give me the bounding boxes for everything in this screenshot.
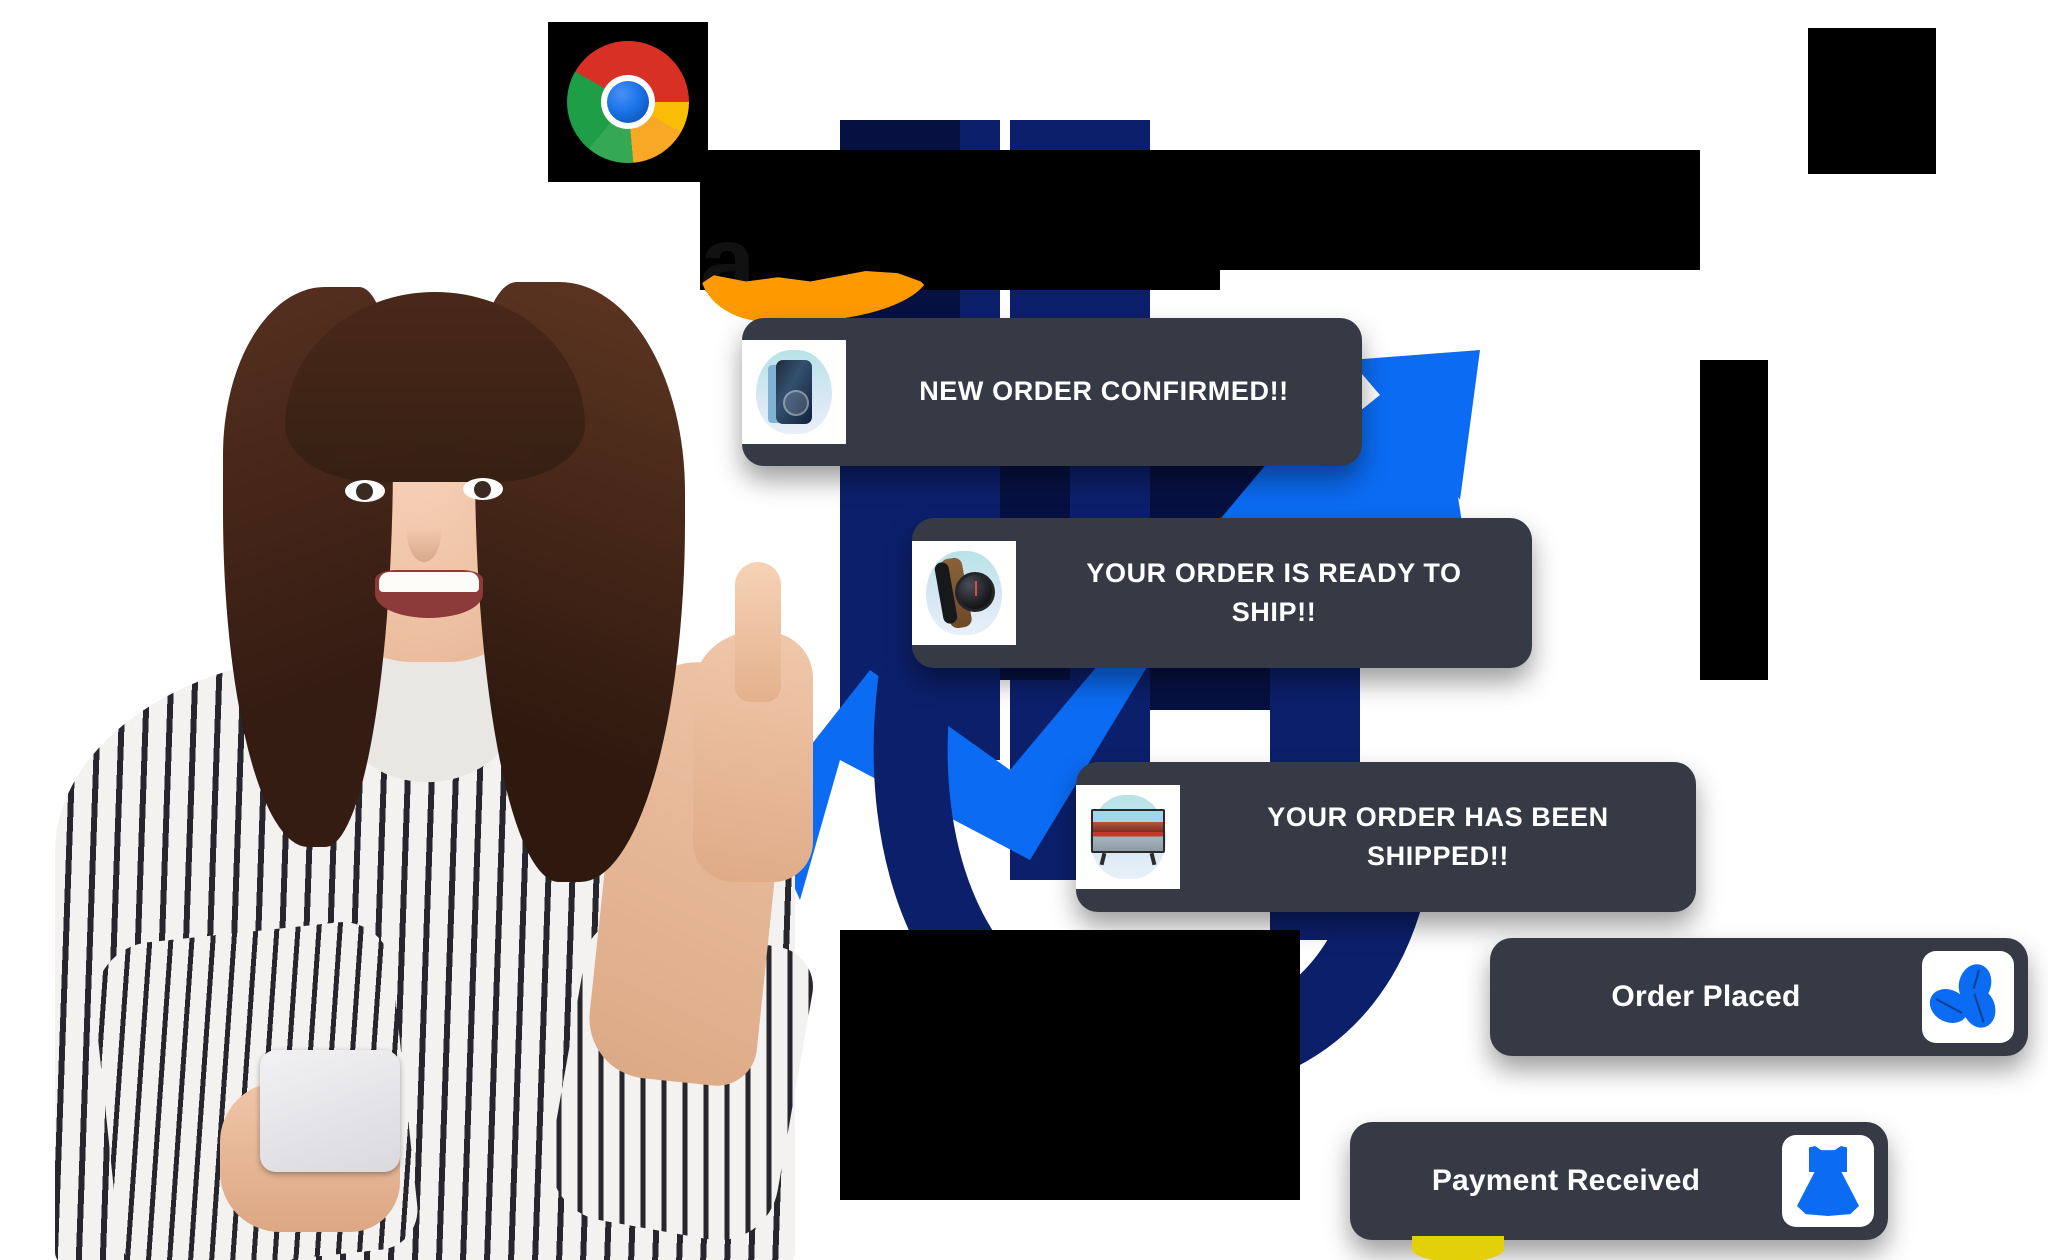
notification-label: NEW ORDER CONFIRMED!!: [919, 376, 1289, 407]
notification-card-order-shipped[interactable]: YOUR ORDER HAS BEEN SHIPPED!!: [1076, 762, 1696, 912]
notification-card-order-placed[interactable]: Order Placed: [1490, 938, 2028, 1056]
notification-label: YOUR ORDER HAS BEEN SHIPPED!!: [1267, 801, 1609, 871]
yellow-fragment: [1412, 1236, 1504, 1260]
chrome-ring: [567, 41, 689, 163]
coffee-beans-glyph: [1923, 960, 2003, 1032]
coffee-beans-icon: [1922, 951, 2014, 1043]
nose: [407, 504, 441, 562]
dress-glyph: [1795, 1146, 1861, 1216]
smiling-mouth: [375, 570, 483, 618]
smartphone-product-thumbnail: [742, 340, 846, 444]
black-block-center-top-2: [1220, 150, 1700, 270]
chrome-blue-core: [607, 81, 649, 123]
notification-card-payment-received[interactable]: Payment Received: [1350, 1122, 1888, 1240]
teeth: [379, 572, 479, 592]
hero-graphic-stage: a NEW ORDER CONFIRMED!! YOUR ORDER IS RE…: [0, 0, 2048, 1260]
black-block-top-right: [1808, 28, 1936, 174]
television-icon: [1091, 809, 1165, 866]
index-finger: [735, 562, 781, 702]
television-product-thumbnail: [1076, 785, 1180, 889]
eye-right: [463, 478, 503, 500]
smartwatch-product-thumbnail: [912, 541, 1016, 645]
dress-icon: [1782, 1135, 1874, 1227]
black-block-right: [1700, 360, 1768, 680]
notification-label: Payment Received: [1431, 1164, 1701, 1198]
notification-label: Order Placed: [1611, 980, 1801, 1014]
smartwatch-icon: [933, 556, 995, 630]
notification-card-order-ready-to-ship[interactable]: YOUR ORDER IS READY TO SHIP!!: [912, 518, 1532, 668]
eye-left: [345, 480, 385, 502]
smiling-woman-with-phone: [45, 232, 845, 1260]
chrome-browser-logo: [548, 22, 708, 182]
notification-card-new-order-confirmed[interactable]: NEW ORDER CONFIRMED!!: [742, 318, 1362, 466]
black-block-bottom: [840, 930, 1300, 1200]
smartphone: [260, 1050, 400, 1172]
smartphone-icon: [776, 360, 812, 424]
notification-label: YOUR ORDER IS READY TO SHIP!!: [1086, 557, 1462, 627]
